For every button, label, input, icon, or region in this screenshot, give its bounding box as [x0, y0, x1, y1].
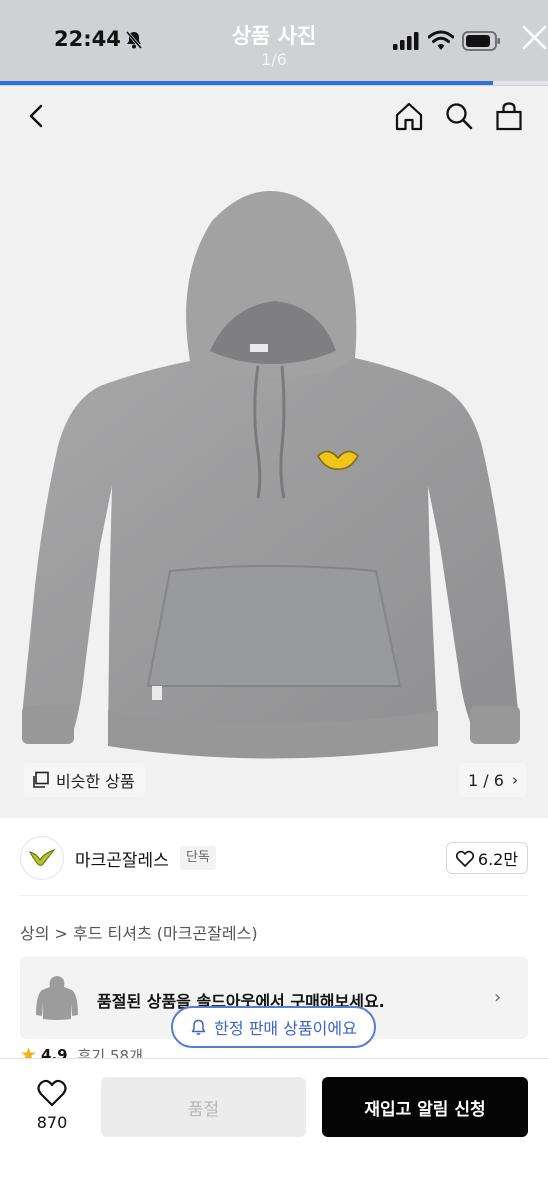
- product-image[interactable]: 비슷한 상품 1 / 6 ›: [0, 146, 548, 818]
- chevron-right-icon: ›: [511, 771, 518, 789]
- similar-products-icon: [33, 771, 49, 788]
- wifi-icon: [428, 30, 454, 50]
- banner-hoodie-thumbnail: [36, 976, 78, 1020]
- image-page-indicator[interactable]: 1 / 6 ›: [459, 763, 527, 797]
- soldout-button: 품절: [101, 1077, 306, 1137]
- brand-logo[interactable]: [20, 836, 64, 880]
- bell-icon: [191, 1019, 206, 1035]
- chevron-right-icon: ›: [494, 987, 502, 1008]
- battery-icon: [462, 31, 500, 51]
- brand-name[interactable]: 마크곤잘레스: [75, 846, 169, 871]
- similar-products-label: 비슷한 상품: [56, 772, 135, 791]
- product-nav-bar: [0, 86, 548, 146]
- chevron-left-icon[interactable]: [22, 101, 52, 131]
- brand-row: 마크곤잘레스 단독 6.2만: [0, 830, 548, 886]
- viewer-progress-fill: [0, 81, 494, 85]
- limited-sale-text: 한정 판매 상품이에요: [214, 1019, 357, 1038]
- category-breadcrumb[interactable]: 상의 > 후드 티셔츠 (마크곤잘레스): [20, 920, 258, 944]
- hoodie-product-photo: [22, 191, 520, 759]
- similar-products-button[interactable]: 비슷한 상품: [24, 763, 145, 797]
- heart-icon: [455, 850, 474, 867]
- search-icon[interactable]: [444, 101, 474, 131]
- brand-logo-bird-icon: [29, 849, 55, 866]
- close-icon[interactable]: [520, 22, 548, 52]
- viewer-progress-track: [0, 81, 548, 85]
- page-indicator-text: 1 / 6: [468, 770, 504, 790]
- brand-like-count: 6.2만: [477, 850, 519, 869]
- viewer-status-bar: 22:44 상품 사진 1/6: [0, 0, 548, 86]
- divider: [20, 895, 528, 896]
- exclusive-badge: 단독: [180, 846, 216, 870]
- purchase-bottom-bar: 870 품절 재입고 알림 신청: [0, 1058, 548, 1200]
- home-icon[interactable]: [394, 101, 424, 131]
- heart-icon[interactable]: [37, 1079, 67, 1107]
- shopping-bag-icon[interactable]: [494, 101, 524, 131]
- cellular-signal-icon: [393, 32, 419, 50]
- limited-sale-notice: 한정 판매 상품이에요: [171, 1006, 376, 1048]
- wish-count: 870: [36, 1113, 68, 1132]
- restock-alert-button[interactable]: 재입고 알림 신청: [322, 1077, 528, 1137]
- viewer-count: 1/6: [261, 50, 287, 69]
- brand-like-button[interactable]: 6.2만: [446, 842, 528, 874]
